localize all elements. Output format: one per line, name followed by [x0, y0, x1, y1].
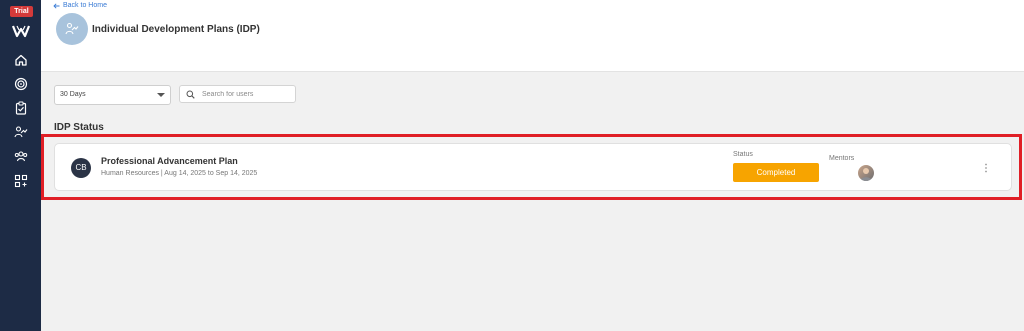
arrow-left-icon — [53, 2, 60, 9]
person-growth-icon — [65, 22, 79, 35]
mentors-label: Mentors — [829, 155, 855, 162]
period-select[interactable]: 30 Days — [54, 85, 171, 105]
search-icon — [186, 90, 195, 99]
target-icon[interactable] — [14, 77, 28, 91]
trial-badge: Trial — [10, 6, 33, 17]
clipboard-check-icon[interactable] — [14, 101, 28, 115]
plan-title[interactable]: Professional Advancement Plan — [101, 156, 238, 166]
w-logo-icon[interactable] — [12, 24, 30, 38]
back-to-home-link[interactable]: Back to Home — [53, 2, 107, 9]
page-header: Back to Home Individual Development Plan… — [41, 0, 1024, 72]
team-icon[interactable] — [14, 149, 28, 163]
search-input[interactable] — [202, 87, 292, 101]
idp-card[interactable]: CB Professional Advancement Plan Human R… — [54, 143, 1012, 191]
search-box[interactable] — [179, 85, 296, 103]
status-label: Status — [733, 151, 753, 158]
back-link-label: Back to Home — [63, 2, 107, 9]
sidebar: Trial — [0, 0, 41, 331]
page-title: Individual Development Plans (IDP) — [92, 24, 260, 35]
mentor-avatar[interactable] — [858, 165, 874, 181]
period-select-value: 30 Days — [60, 91, 86, 98]
caret-down-icon — [157, 93, 165, 97]
idp-avatar — [56, 13, 88, 45]
plan-meta: Human Resources | Aug 14, 2025 to Sep 14… — [101, 170, 258, 177]
apps-add-icon[interactable] — [14, 174, 28, 188]
user-avatar: CB — [71, 158, 91, 178]
more-options-icon[interactable] — [984, 163, 988, 173]
status-badge: Completed — [733, 163, 819, 182]
person-growth-icon[interactable] — [14, 125, 28, 139]
home-icon[interactable] — [14, 53, 28, 67]
section-title: IDP Status — [54, 122, 104, 133]
